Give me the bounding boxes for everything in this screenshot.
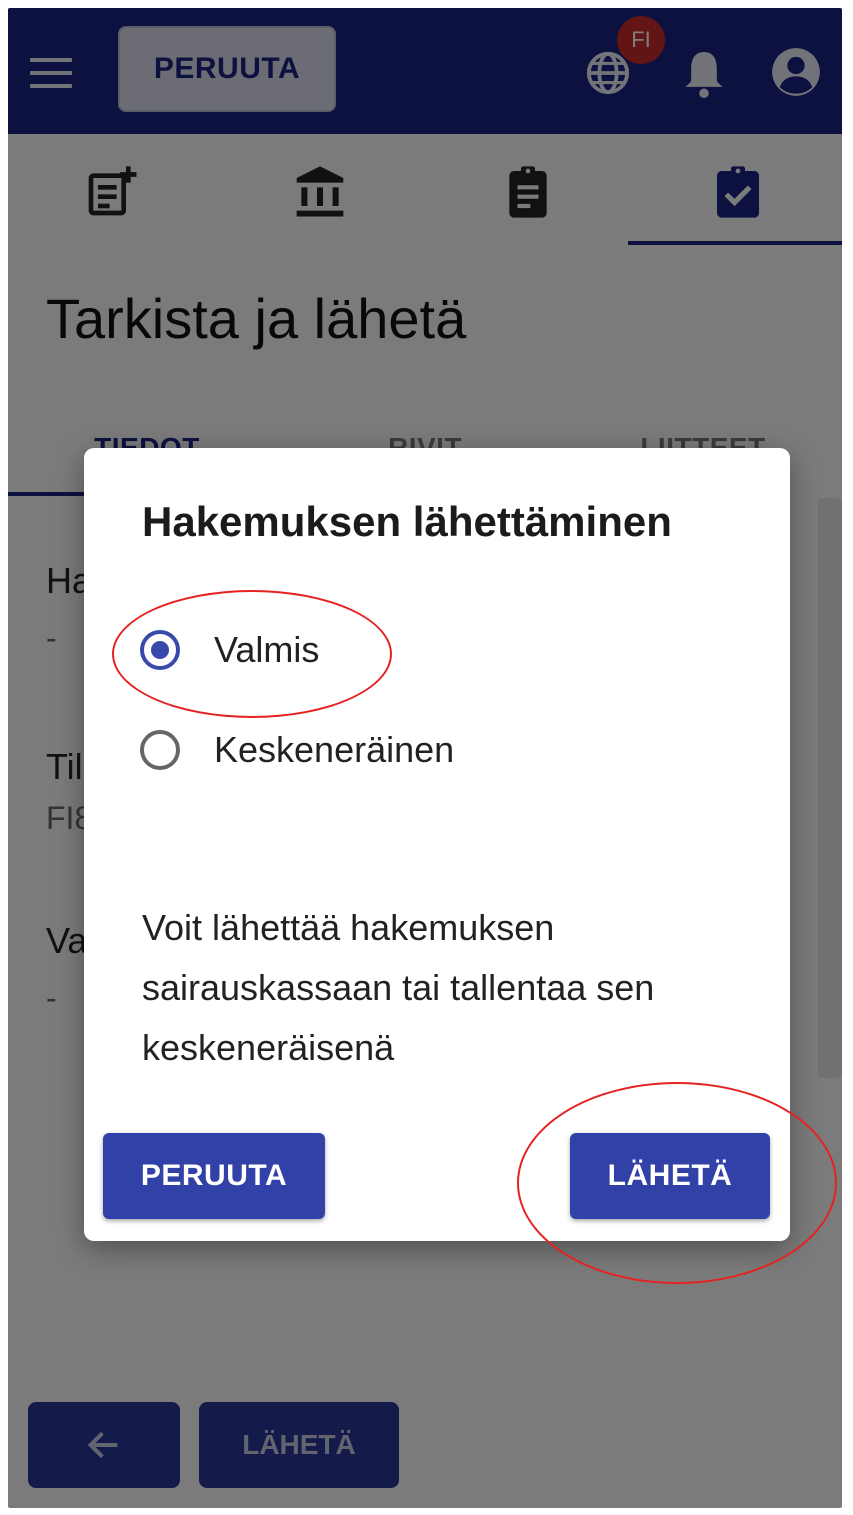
option-label: Keskeneräinen <box>214 729 455 770</box>
option-valmis[interactable]: Valmis <box>140 618 319 682</box>
dialog-send-button[interactable]: LÄHETÄ <box>570 1133 770 1219</box>
send-dialog: Hakemuksen lähettäminen Valmis Keskenerä… <box>84 448 790 1241</box>
dialog-description: Voit lähettää hakemuksen sairauskassaan … <box>142 907 655 1068</box>
radio-checked-icon[interactable] <box>140 630 180 670</box>
dialog-cancel-button[interactable]: PERUUTA <box>103 1133 325 1219</box>
dialog-title: Hakemuksen lähettäminen <box>142 498 672 545</box>
option-label: Valmis <box>214 629 320 670</box>
option-keskenerainen[interactable]: Keskeneräinen <box>140 718 454 782</box>
radio-unchecked-icon[interactable] <box>140 730 180 770</box>
